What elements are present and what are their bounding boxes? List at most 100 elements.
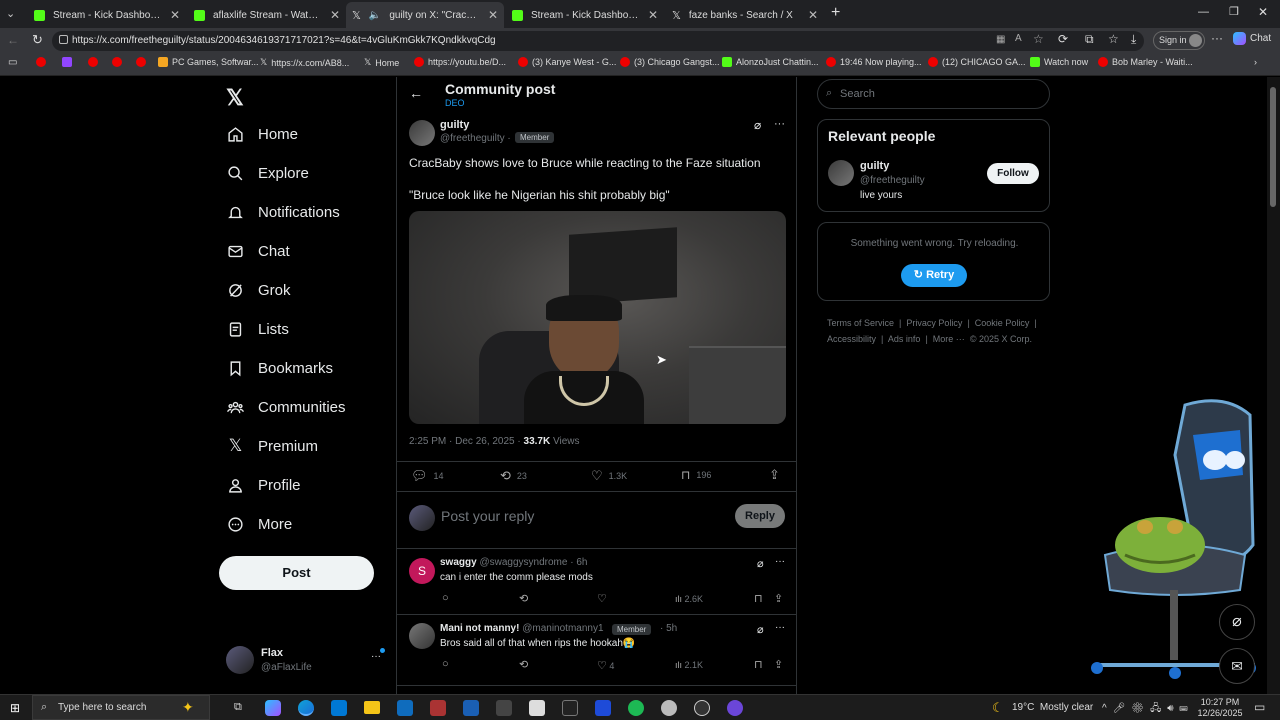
- app-icon[interactable]: [463, 700, 479, 716]
- bookmark-item[interactable]: 𝕏https://x.com/AB8...: [260, 57, 349, 68]
- site-info-icon[interactable]: [59, 35, 68, 44]
- bookmark-item[interactable]: PC Games, Softwar...: [158, 57, 259, 67]
- share-icon[interactable]: ⇪: [774, 592, 783, 605]
- tab-list-chevron-icon[interactable]: ⌄: [6, 7, 15, 20]
- follow-button[interactable]: Follow: [987, 163, 1039, 184]
- bookmarks-overflow-icon[interactable]: ›: [1254, 57, 1257, 67]
- nav-communities[interactable]: Communities: [227, 396, 346, 418]
- repost-action[interactable]: ⟲ 23: [500, 468, 527, 484]
- author-handle[interactable]: @freetheguilty: [440, 133, 505, 144]
- reply-input[interactable]: Post your reply: [441, 508, 534, 524]
- nav-chat[interactable]: Chat: [227, 240, 290, 262]
- bookmark-item[interactable]: Bob Marley - Waiti...: [1098, 57, 1193, 67]
- weather-text[interactable]: 19°C Mostly clear: [1012, 702, 1093, 713]
- nav-notifications[interactable]: Notifications: [227, 201, 340, 223]
- tab-close-icon[interactable]: ✕: [330, 8, 340, 22]
- notification-center-icon[interactable]: ▭: [1254, 700, 1265, 714]
- author-avatar[interactable]: [409, 120, 435, 146]
- bookmark-item[interactable]: https://youtu.be/D...: [414, 57, 506, 67]
- app-icon[interactable]: [430, 700, 446, 716]
- tab-5[interactable]: 𝕏faze banks - Search / X ✕: [666, 4, 824, 26]
- read-aloud-icon[interactable]: A: [1015, 33, 1022, 44]
- views-action[interactable]: ılı 2.1K: [675, 660, 703, 670]
- tab-close-icon[interactable]: ✕: [170, 8, 180, 22]
- spotify-icon[interactable]: [628, 700, 644, 716]
- split-screen-icon[interactable]: ⧉: [1085, 32, 1094, 47]
- tab-4[interactable]: Stream - Kick Dashboard ✕: [506, 4, 664, 26]
- bookmark-icon[interactable]: ⊓: [754, 658, 763, 671]
- app-icon[interactable]: [694, 700, 710, 716]
- system-tray-icons[interactable]: ^🎤︎⚙︎🖧︎🔊︎⌨︎: [1102, 701, 1194, 718]
- store-icon[interactable]: [331, 700, 347, 716]
- repost-icon[interactable]: ⟲: [519, 658, 528, 671]
- post-timestamp[interactable]: 2:25 PM · Dec 26, 2025 ·: [409, 436, 521, 447]
- nav-grok[interactable]: Grok: [227, 279, 291, 301]
- grok-icon[interactable]: ⌀: [757, 557, 764, 570]
- account-avatar[interactable]: [226, 646, 254, 674]
- maximize-button[interactable]: ❐: [1229, 5, 1239, 18]
- repost-icon[interactable]: ⟲: [519, 592, 528, 605]
- bookmark-item[interactable]: 𝕏 Home: [364, 57, 399, 68]
- app-icon[interactable]: [595, 700, 611, 716]
- messages-floating-button[interactable]: ✉: [1219, 648, 1255, 684]
- outlook-icon[interactable]: [397, 700, 413, 716]
- reply-avatar[interactable]: [409, 623, 435, 649]
- reply-icon[interactable]: ○: [442, 658, 449, 670]
- app-icon[interactable]: [727, 700, 743, 716]
- bookmark-youtube[interactable]: [36, 57, 46, 67]
- edge-browser-icon[interactable]: [298, 700, 314, 716]
- author-name[interactable]: guilty: [440, 119, 469, 131]
- reply-avatar[interactable]: S: [409, 558, 435, 584]
- app-icon[interactable]: [562, 700, 578, 716]
- x-logo-icon[interactable]: 𝕏: [226, 85, 244, 111]
- url-field[interactable]: https://x.com/freetheguilty/status/20046…: [52, 31, 1144, 51]
- bookmark-youtube[interactable]: [136, 57, 146, 67]
- bookmark-item[interactable]: 19:46 Now playing...: [826, 57, 922, 67]
- extensions-icon[interactable]: ⟳: [1058, 32, 1068, 46]
- bookmark-item[interactable]: (3) Kanye West - G...: [518, 57, 616, 67]
- grok-icon[interactable]: ⌀: [757, 623, 764, 636]
- reply-icon[interactable]: ○: [442, 592, 449, 604]
- tab-close-icon[interactable]: ✕: [488, 8, 498, 22]
- clock-date[interactable]: 12/26/2025: [1196, 708, 1244, 718]
- reply-author[interactable]: swaggy: [440, 557, 477, 568]
- footer-link[interactable]: Accessibility: [827, 334, 876, 344]
- search-box[interactable]: ⌕ Search: [817, 79, 1050, 109]
- bookmark-item[interactable]: AlonzoJust Chattin...: [722, 57, 819, 67]
- sign-in-button[interactable]: Sign in: [1153, 31, 1205, 50]
- copilot-chat-button[interactable]: Chat: [1233, 32, 1271, 45]
- footer-link[interactable]: Terms of Service: [827, 318, 894, 328]
- bookmark-reading-list[interactable]: ▭: [8, 57, 17, 68]
- clock-time[interactable]: 10:27 PM: [1198, 697, 1242, 707]
- tab-2[interactable]: aflaxlife Stream - Watch Live on K ✕: [188, 4, 346, 26]
- copilot-icon[interactable]: [265, 700, 281, 716]
- footer-link[interactable]: Ads info: [888, 334, 921, 344]
- grok-icon[interactable]: ⌀: [754, 118, 761, 132]
- footer-link[interactable]: Cookie Policy: [975, 318, 1030, 328]
- tab-close-icon[interactable]: ✕: [808, 8, 818, 22]
- reply-handle[interactable]: @maninotmanny1: [522, 623, 603, 634]
- community-name[interactable]: DEO: [445, 98, 465, 108]
- app-icon[interactable]: ▦: [996, 34, 1005, 45]
- nav-home[interactable]: Home: [227, 123, 298, 145]
- windows-start-icon[interactable]: ⊞: [10, 701, 20, 715]
- nav-more[interactable]: More: [227, 513, 292, 535]
- tab-3-active[interactable]: 𝕏 🔈 guilty on X: "CracBaby shows ✕: [346, 2, 504, 28]
- retry-button[interactable]: ↻ Retry: [901, 264, 967, 287]
- reply-more-icon[interactable]: ···: [775, 556, 785, 567]
- favorites-icon[interactable]: ☆: [1108, 32, 1119, 46]
- bookmark-icon[interactable]: ⊓: [754, 592, 763, 605]
- views-action[interactable]: ılı 2.6K: [675, 594, 703, 604]
- close-window-button[interactable]: ✕: [1258, 5, 1268, 19]
- scrollbar-thumb[interactable]: [1270, 87, 1276, 207]
- tab-close-icon[interactable]: ✕: [648, 8, 658, 22]
- favorite-star-icon[interactable]: ☆: [1033, 32, 1044, 46]
- page-scrollbar[interactable]: [1267, 77, 1280, 694]
- nav-profile[interactable]: Profile: [227, 474, 301, 496]
- bookmark-action[interactable]: ⊓ 196: [681, 468, 711, 482]
- task-view-icon[interactable]: ⧉: [234, 701, 242, 714]
- footer-link[interactable]: More ···: [933, 334, 965, 344]
- reply-action[interactable]: 💬︎ 14: [411, 468, 444, 484]
- app-icon[interactable]: [529, 700, 545, 716]
- grok-floating-button[interactable]: ⌀: [1219, 604, 1255, 640]
